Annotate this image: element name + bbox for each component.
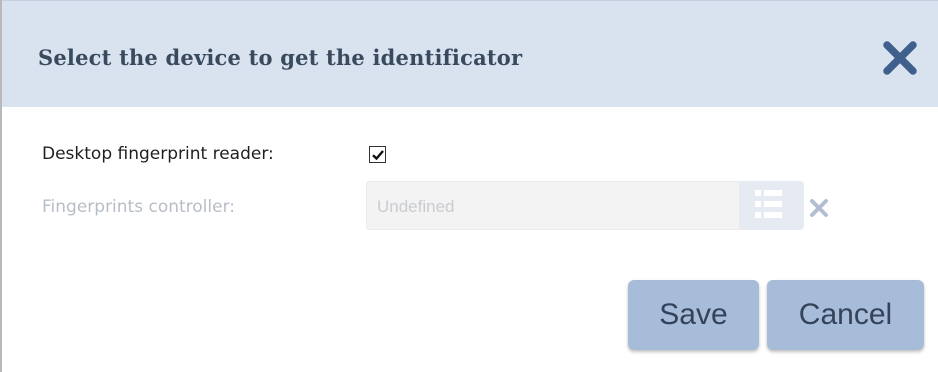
controller-select[interactable]: Undefined: [366, 181, 740, 230]
desktop-reader-label: Desktop fingerprint reader:: [42, 144, 274, 164]
controller-clear-button[interactable]: [808, 197, 830, 219]
controller-label: Fingerprints controller:: [42, 197, 236, 217]
desktop-reader-checkbox[interactable]: [369, 146, 386, 163]
clear-icon: [810, 199, 828, 217]
controller-value: Undefined: [377, 197, 455, 216]
dialog-title: Select the device to get the identificat…: [38, 45, 523, 70]
cancel-button[interactable]: Cancel: [767, 280, 924, 350]
device-select-dialog: Select the device to get the identificat…: [0, 0, 938, 372]
list-icon: [755, 190, 782, 218]
close-icon: [883, 41, 917, 75]
dialog-header: Select the device to get the identificat…: [2, 0, 938, 107]
close-button[interactable]: [880, 38, 920, 78]
checkmark-icon: [371, 149, 384, 160]
save-button[interactable]: Save: [628, 280, 759, 350]
controller-list-button[interactable]: [740, 181, 804, 230]
